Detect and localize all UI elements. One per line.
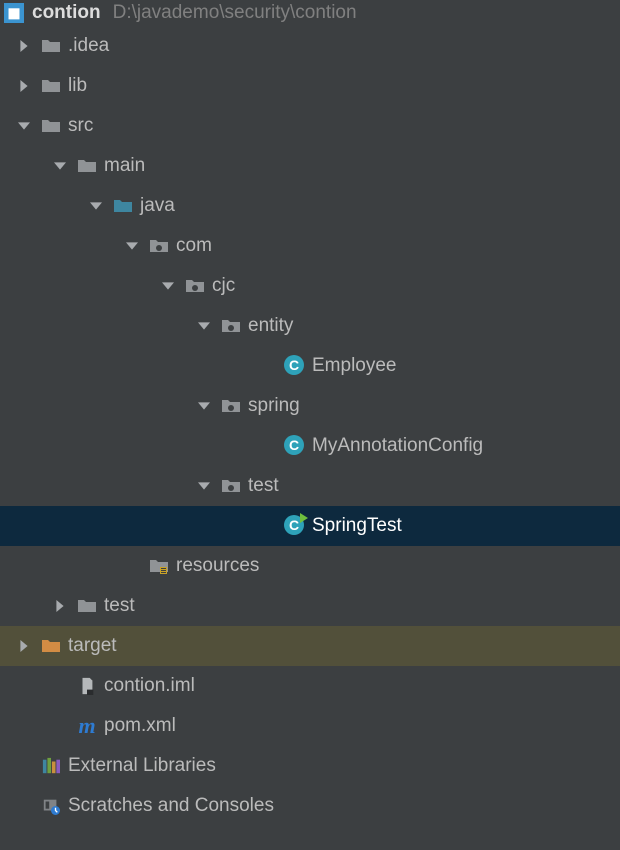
tree-item-idea[interactable]: .idea xyxy=(0,26,620,66)
target-icon xyxy=(40,635,62,657)
chevron-right-icon[interactable] xyxy=(50,596,70,616)
chevron-right-icon[interactable] xyxy=(14,36,34,56)
folder-icon xyxy=(40,115,62,137)
scratch-icon xyxy=(40,795,62,817)
chevron-down-icon[interactable] xyxy=(50,156,70,176)
tree-item-main[interactable]: main xyxy=(0,146,620,186)
maven-icon: m xyxy=(76,715,98,737)
tree-item-ext-lib[interactable]: External Libraries xyxy=(0,746,620,786)
package-icon xyxy=(148,235,170,257)
chevron-down-icon[interactable] xyxy=(194,476,214,496)
module-icon: ◼ xyxy=(4,3,24,23)
tree-item-label: Scratches and Consoles xyxy=(68,795,274,817)
tree-item-src[interactable]: src xyxy=(0,106,620,146)
tree-item-com[interactable]: com xyxy=(0,226,620,266)
project-tree[interactable]: ◼ contion D:\javademo\security\contion .… xyxy=(0,0,620,850)
chevron-down-icon[interactable] xyxy=(194,316,214,336)
tree-item-pom-xml[interactable]: m pom.xml xyxy=(0,706,620,746)
tree-item-MyAnnotationConfig[interactable]: C MyAnnotationConfig xyxy=(0,426,620,466)
project-root[interactable]: ◼ contion D:\javademo\security\contion xyxy=(0,0,620,26)
class-icon: C xyxy=(284,435,306,457)
class-icon: C xyxy=(284,355,306,377)
tree-item-target[interactable]: target xyxy=(0,626,620,666)
class-run-icon: C xyxy=(284,515,306,537)
chevron-down-icon[interactable] xyxy=(194,396,214,416)
tree-item-label: spring xyxy=(248,395,300,417)
tree-item-label: resources xyxy=(176,555,259,577)
tree-item-spring[interactable]: spring xyxy=(0,386,620,426)
folder-icon xyxy=(40,35,62,57)
package-icon xyxy=(184,275,206,297)
iml-icon xyxy=(76,675,98,697)
tree-item-label: External Libraries xyxy=(68,755,216,777)
resources-icon xyxy=(148,555,170,577)
tree-item-label: contion.iml xyxy=(104,675,195,697)
tree-item-contion-iml[interactable]: contion.iml xyxy=(0,666,620,706)
chevron-down-icon[interactable] xyxy=(14,116,34,136)
tree-item-label: MyAnnotationConfig xyxy=(312,435,483,457)
chevron-down-icon[interactable] xyxy=(122,236,142,256)
tree-item-label: com xyxy=(176,235,212,257)
tree-item-label: .idea xyxy=(68,35,109,57)
chevron-down-icon[interactable] xyxy=(158,276,178,296)
package-icon xyxy=(220,475,242,497)
source-root-icon xyxy=(112,195,134,217)
folder-icon xyxy=(40,75,62,97)
package-icon xyxy=(220,395,242,417)
tree-item-label: target xyxy=(68,635,117,657)
chevron-down-icon[interactable] xyxy=(86,196,106,216)
folder-icon xyxy=(76,595,98,617)
tree-item-Employee[interactable]: C Employee xyxy=(0,346,620,386)
tree-item-cjc[interactable]: cjc xyxy=(0,266,620,306)
tree-item-label: test xyxy=(104,595,135,617)
project-name: contion xyxy=(32,2,101,24)
tree-item-label: SpringTest xyxy=(312,515,402,537)
tree-item-label: main xyxy=(104,155,145,177)
tree-item-label: cjc xyxy=(212,275,235,297)
tree-item-label: Employee xyxy=(312,355,397,377)
tree-item-label: src xyxy=(68,115,93,137)
tree-item-resources[interactable]: resources xyxy=(0,546,620,586)
tree-item-entity[interactable]: entity xyxy=(0,306,620,346)
tree-item-scratches[interactable]: Scratches and Consoles xyxy=(0,786,620,826)
tree-item-testpkg[interactable]: test xyxy=(0,466,620,506)
tree-item-label: pom.xml xyxy=(104,715,176,737)
folder-icon xyxy=(76,155,98,177)
tree-item-java[interactable]: java xyxy=(0,186,620,226)
tree-item-test[interactable]: test xyxy=(0,586,620,626)
chevron-right-icon[interactable] xyxy=(14,76,34,96)
libs-icon xyxy=(40,755,62,777)
tree-item-label: test xyxy=(248,475,279,497)
tree-item-SpringTest[interactable]: C SpringTest xyxy=(0,506,620,546)
tree-item-label: lib xyxy=(68,75,87,97)
package-icon xyxy=(220,315,242,337)
tree-item-label: java xyxy=(140,195,175,217)
tree-item-lib[interactable]: lib xyxy=(0,66,620,106)
tree-item-label: entity xyxy=(248,315,293,337)
project-path: D:\javademo\security\contion xyxy=(113,2,357,24)
chevron-right-icon[interactable] xyxy=(14,636,34,656)
